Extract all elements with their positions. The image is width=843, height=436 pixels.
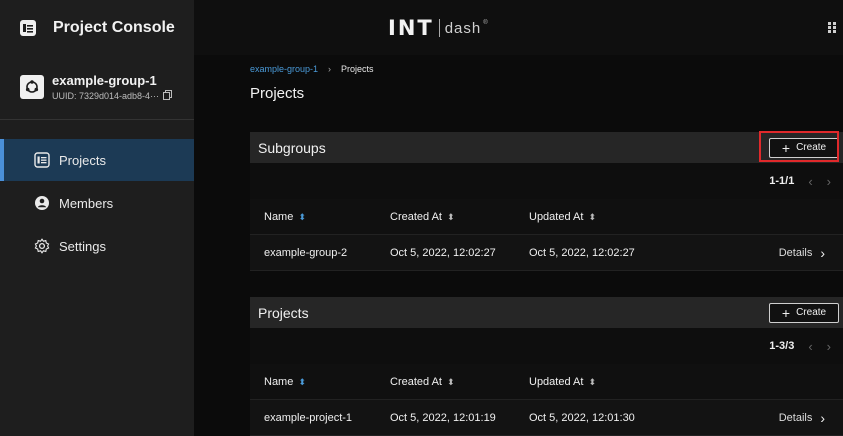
highlight-box (759, 131, 839, 162)
projects-header: Projects + Create (250, 297, 843, 328)
sort-icon[interactable]: ⬍ (447, 212, 455, 222)
plus-icon: + (781, 304, 791, 321)
prev-page-icon[interactable]: ‹ (808, 339, 812, 354)
row-created: Oct 5, 2022, 12:01:19 (390, 411, 496, 424)
sidebar-item-members[interactable]: Members (0, 182, 194, 224)
create-label: Create (796, 307, 827, 318)
main-content: example-group-1 › Projects Projects Subg… (194, 55, 843, 436)
group-uuid: UUID: 7329d014-adb8-4··· (52, 89, 173, 102)
app-grid-icon[interactable] (828, 22, 837, 33)
sidebar-item-label: Members (59, 195, 114, 211)
group-selector[interactable]: example-group-1 UUID: 7329d014-adb8-4··· (0, 55, 194, 119)
page-title: Projects (250, 85, 305, 102)
details-label: Details (778, 246, 813, 259)
breadcrumb-current: Projects (341, 64, 374, 74)
sort-icon[interactable]: ⬍ (298, 377, 306, 387)
breadcrumb-separator: › (328, 64, 332, 74)
column-created-label: Created At (390, 375, 442, 388)
projects-table-header: Name ⬍ Created At ⬍ Updated At ⬍ (250, 364, 843, 400)
app-title: Project Console (53, 18, 175, 36)
chevron-right-icon: › (820, 409, 825, 426)
chevron-right-icon: › (820, 244, 825, 261)
row-created: Oct 5, 2022, 12:02:27 (390, 246, 496, 259)
sidebar-item-label: Settings (59, 238, 106, 254)
subgroups-title: Subgroups (258, 139, 326, 156)
group-name: example-group-1 (52, 72, 157, 88)
column-header-name[interactable]: Name ⬍ (250, 211, 390, 223)
column-updated-label: Updated At (529, 210, 584, 223)
subgroups-pagination: 1-1/1 ‹ › (250, 163, 843, 199)
column-name-label: Name (264, 375, 294, 388)
brand-registered-mark: ® (483, 20, 488, 26)
brand-divider (438, 19, 440, 37)
project-console-icon (17, 17, 39, 39)
breadcrumb-parent-link[interactable]: example-group-1 (250, 64, 318, 74)
projects-section: Projects + Create 1-3/3 ‹ › Name ⬍ Create… (250, 297, 843, 436)
column-updated-label: Updated At (529, 375, 584, 388)
brand-logo: INT dash ® (388, 16, 488, 40)
group-uuid-text: UUID: 7329d014-adb8-4··· (52, 90, 160, 101)
column-created-label: Created At (390, 210, 442, 223)
brand-dash: dash (444, 19, 482, 37)
table-row[interactable]: example-project-1 Oct 5, 2022, 12:01:19 … (250, 400, 843, 436)
settings-icon (33, 237, 51, 255)
row-name: example-group-2 (264, 246, 348, 259)
details-link[interactable]: Details › (779, 245, 825, 261)
row-action: Details › (725, 245, 843, 261)
sort-icon[interactable]: ⬍ (588, 377, 596, 387)
subgroups-section: Subgroups + Create 1-1/1 ‹ › Name ⬍ Creat… (250, 132, 843, 271)
column-header-created[interactable]: Created At ⬍ (390, 376, 529, 388)
subgroups-header: Subgroups + Create (250, 132, 843, 163)
column-header-created[interactable]: Created At ⬍ (390, 211, 529, 223)
prev-page-icon[interactable]: ‹ (808, 174, 812, 189)
sort-icon[interactable]: ⬍ (447, 377, 455, 387)
column-header-updated[interactable]: Updated At ⬍ (529, 376, 725, 388)
sidebar-item-settings[interactable]: Settings (0, 225, 194, 267)
column-name-label: Name (264, 210, 294, 223)
app-header: Project Console (0, 0, 194, 55)
row-action: Details › (725, 410, 843, 426)
pagination-range: 1-1/1 (769, 175, 795, 187)
sidebar-item-label: Projects (59, 152, 106, 168)
next-page-icon[interactable]: › (827, 174, 831, 189)
row-updated: Oct 5, 2022, 12:02:27 (529, 246, 635, 259)
projects-title: Projects (258, 304, 309, 321)
copy-icon[interactable] (163, 89, 173, 102)
table-row[interactable]: example-group-2 Oct 5, 2022, 12:02:27 Oc… (250, 235, 843, 271)
members-icon (33, 194, 51, 212)
brand-int: INT (388, 16, 434, 40)
top-bar: Project Console INT dash ® (0, 0, 843, 55)
column-header-name[interactable]: Name ⬍ (250, 376, 390, 388)
column-header-updated[interactable]: Updated At ⬍ (529, 211, 725, 223)
sidebar: example-group-1 UUID: 7329d014-adb8-4··· (0, 55, 194, 436)
details-link[interactable]: Details › (779, 410, 825, 426)
sort-icon[interactable]: ⬍ (588, 212, 596, 222)
breadcrumb: example-group-1 › Projects (250, 64, 374, 74)
projects-icon (33, 151, 51, 169)
row-name: example-project-1 (264, 411, 353, 424)
next-page-icon[interactable]: › (827, 339, 831, 354)
details-label: Details (778, 411, 813, 424)
sidebar-divider (0, 119, 194, 120)
sidebar-item-projects[interactable]: Projects (0, 139, 194, 181)
row-updated: Oct 5, 2022, 12:01:30 (529, 411, 635, 424)
pagination-range: 1-3/3 (769, 340, 795, 352)
subgroups-table-header: Name ⬍ Created At ⬍ Updated At ⬍ (250, 199, 843, 235)
create-project-button[interactable]: + Create (769, 302, 839, 323)
sort-icon[interactable]: ⬍ (298, 212, 306, 222)
group-avatar-icon (20, 75, 44, 99)
projects-pagination: 1-3/3 ‹ › (250, 328, 843, 364)
